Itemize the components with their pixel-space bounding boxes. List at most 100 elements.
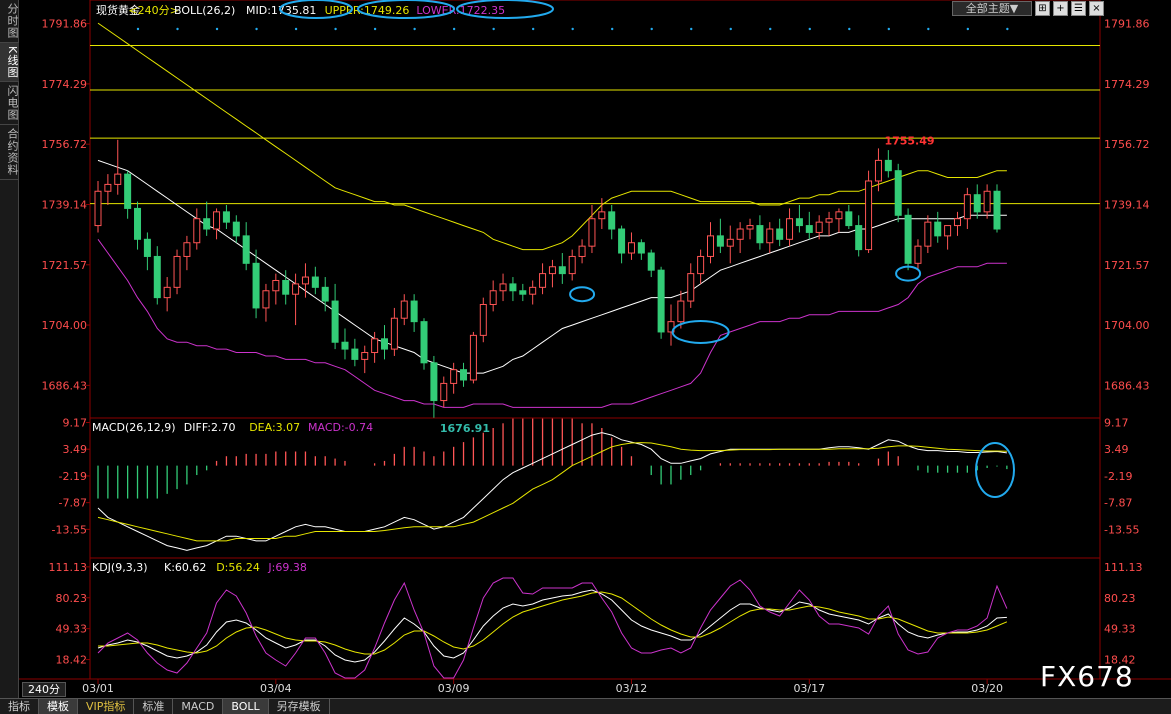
candle-body	[341, 341, 349, 350]
candle-body	[786, 218, 794, 240]
candle-body	[558, 266, 566, 275]
zoom-in-icon[interactable]: +	[1053, 1, 1068, 16]
price-tick-label-right: 1791.86	[1104, 18, 1150, 31]
candle-body	[855, 225, 863, 251]
macd-tick-label-right: -2.19	[1104, 470, 1132, 483]
candle-body	[143, 238, 151, 257]
kdj-j-value: J:69.38	[267, 561, 306, 574]
tab-boll[interactable]: BOLL	[223, 699, 269, 714]
candle-body	[282, 279, 290, 295]
date-tick-label: 03/20	[971, 682, 1003, 695]
candle-body	[983, 190, 991, 213]
candle-body	[608, 211, 616, 230]
macd-tick-label-left: -2.19	[59, 470, 87, 483]
candle-body	[953, 218, 961, 227]
tab-vip-indicator[interactable]: VIP指标	[78, 699, 135, 714]
macd-tick-label-left: 3.49	[63, 443, 88, 456]
candle-body	[736, 228, 744, 240]
signal-dot	[966, 27, 970, 31]
signal-dot	[136, 27, 140, 31]
boll-label: BOLL(26,2)	[174, 4, 235, 17]
candle-body	[578, 245, 586, 257]
candle-body	[924, 221, 932, 247]
close-icon[interactable]: ×	[1089, 1, 1104, 16]
candle-body	[509, 283, 517, 292]
candle-body	[163, 286, 171, 299]
tab-template[interactable]: 模板	[39, 699, 78, 714]
candle-body	[410, 300, 418, 323]
candle-body	[776, 228, 784, 240]
tab-macd[interactable]: MACD	[173, 699, 224, 714]
signal-dot	[1006, 27, 1009, 31]
macd-value: MACD:-0.74	[308, 421, 373, 434]
candle-body	[499, 283, 507, 292]
price-tick-label-left: 1774.29	[42, 78, 88, 91]
highlight-circle	[569, 286, 596, 303]
candle-body	[351, 348, 359, 360]
candle-body	[430, 362, 438, 402]
candle-body	[124, 173, 132, 209]
menu-icon[interactable]: ☰	[1071, 1, 1086, 16]
candle-body	[134, 207, 142, 240]
signal-dot	[294, 27, 298, 31]
tab-save-template[interactable]: 另存模板	[269, 699, 330, 714]
signal-dot	[769, 27, 772, 31]
sidebar-tab-kline[interactable]: K线图	[0, 43, 19, 83]
sidebar-tab-flash[interactable]: 闪电图	[0, 82, 19, 126]
candle-body	[519, 290, 527, 295]
candle-body	[153, 255, 161, 299]
candle-body	[331, 300, 339, 343]
candle-body	[262, 290, 270, 309]
candle-body	[963, 194, 971, 220]
chart-area[interactable]: 1791.86 1791.86 1774.29 1774.29 1756.72 1756.…	[19, 0, 1171, 698]
plot-frame	[89, 0, 1101, 680]
macd-tick-label-right: 9.17	[1104, 416, 1129, 429]
macd-tick-label-right: -13.55	[1104, 523, 1139, 536]
price-tick-label-right: 1721.57	[1104, 259, 1150, 272]
signal-dot	[808, 27, 811, 31]
price-tick-label-right: 1756.72	[1104, 138, 1150, 151]
candle-body	[193, 218, 201, 244]
candle-body	[272, 279, 280, 292]
candle-body	[973, 194, 981, 213]
signal-dot	[887, 27, 891, 31]
candle-body	[825, 218, 833, 223]
signal-dot	[215, 27, 219, 31]
macd-tick-label-left: -13.55	[52, 523, 87, 536]
tab-standard[interactable]: 标准	[134, 699, 174, 714]
sidebar-tab-contract[interactable]: 合约资料	[0, 125, 19, 181]
kdj-k-line	[97, 589, 1007, 663]
candle-body	[726, 238, 734, 247]
candle-body	[627, 242, 635, 254]
macd-tick-label-right: 3.49	[1104, 443, 1129, 456]
theme-dropdown[interactable]: 全部主题▼	[952, 1, 1032, 16]
price-tick-label-right: 1686.43	[1104, 379, 1150, 392]
macd-tick-label-right: -7.87	[1104, 497, 1132, 510]
signal-dot	[848, 27, 851, 31]
sidebar-tab-timeshare[interactable]: 分时图	[0, 0, 19, 43]
kdj-tick-label-right: 49.33	[1104, 623, 1136, 636]
candle-body	[390, 317, 398, 350]
price-tick-label-left: 1791.86	[42, 18, 88, 31]
candle-body	[598, 211, 606, 220]
period-selector[interactable]: 240分	[22, 682, 66, 697]
candle-body	[934, 221, 942, 237]
price-tick-label-left: 1704.00	[42, 319, 88, 332]
candle-body	[618, 228, 626, 254]
signal-dot	[255, 27, 258, 31]
candle-body	[440, 382, 448, 402]
tab-indicator[interactable]: 指标	[0, 699, 39, 714]
candle-body	[301, 276, 309, 285]
candle-body	[213, 211, 221, 230]
candle-body	[203, 218, 211, 230]
sidebar: 分时图 K线图 闪电图 合约资料	[0, 0, 19, 698]
candle-body	[687, 273, 695, 302]
date-tick-label: 03/09	[438, 682, 470, 695]
candle-body	[805, 225, 813, 233]
price-tick-label-right: 1774.29	[1104, 78, 1150, 91]
macd-diff-value: DIFF:2.70	[184, 421, 236, 434]
kdj-d-value: D:56.24	[216, 561, 260, 574]
price-tick-label-left: 1739.14	[42, 199, 88, 212]
signal-dot	[927, 27, 930, 31]
layout-icon[interactable]: ⊞	[1035, 1, 1050, 16]
